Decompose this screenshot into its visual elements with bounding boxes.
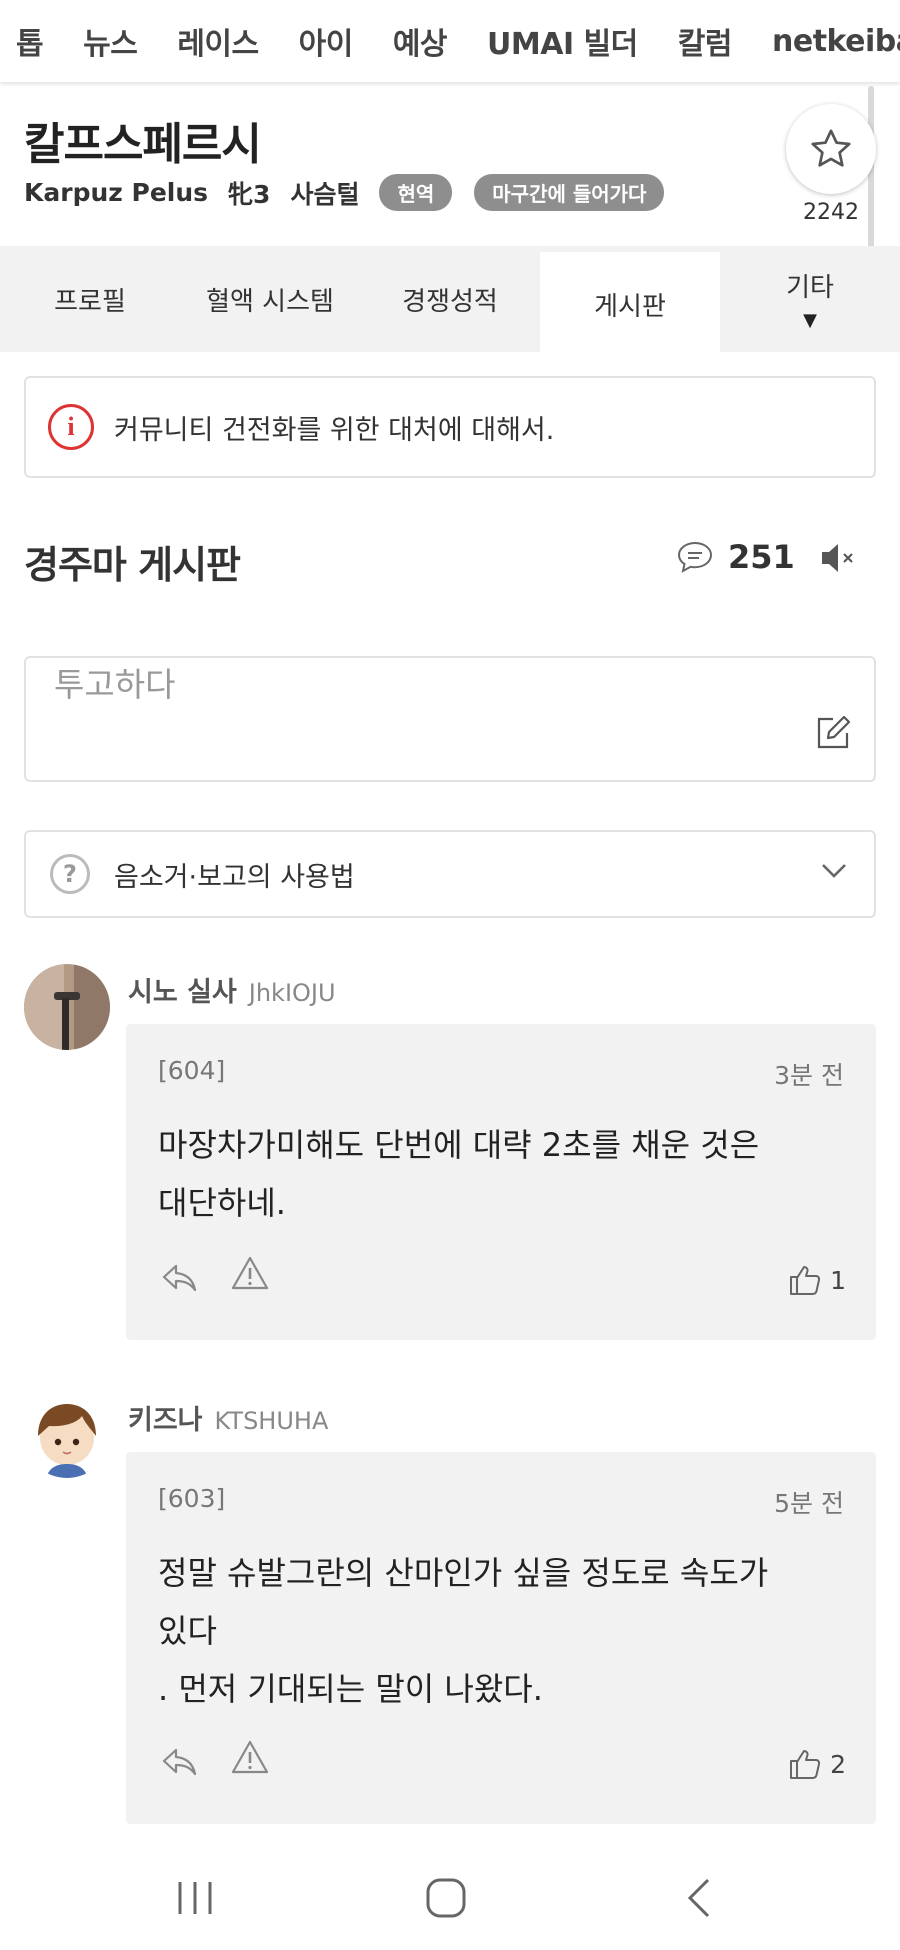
board-title: 경주마 게시판: [24, 543, 241, 587]
status-badge-active: 현역: [379, 174, 453, 211]
nav-item-race[interactable]: 레이스: [177, 19, 259, 63]
like-button[interactable]: 2: [788, 1748, 846, 1780]
comment-card: [603] 5분 전 정말 슈발그란의 산마인가 싶을 정도로 속도가 있다 .…: [126, 1452, 876, 1824]
comment-author[interactable]: 시노 실사 JhkIOJU: [128, 970, 336, 1009]
tab-bar: 프로필 혈액 시스템 경쟁성적 게시판 기타 ▼: [0, 246, 900, 356]
tab-label: 경쟁성적: [402, 286, 498, 317]
nav-item-news[interactable]: 뉴스: [83, 19, 138, 63]
avatar[interactable]: [24, 964, 110, 1050]
nav-item-umai-builder[interactable]: UMAI 빌더: [487, 19, 638, 63]
system-nav-bar: [0, 1846, 900, 1950]
like-count: 2: [830, 1749, 846, 1779]
status-badge-stable: 마구간에 들어가다: [474, 174, 665, 211]
edit-icon[interactable]: [814, 714, 852, 752]
comment-line: 대단하네.: [158, 1184, 286, 1222]
comment-time: 3분 전: [774, 1061, 844, 1090]
comment-number: [604]: [158, 1056, 226, 1085]
nav-item-netkeibatv[interactable]: netkeibaTV: [772, 24, 900, 59]
horse-name: 칼프스페르시: [24, 119, 262, 170]
nav-item-ai[interactable]: 아이: [299, 19, 354, 63]
comment-username: 시노 실사: [128, 977, 237, 1008]
comment-body: 마장차가미해도 단번에 대략 2초를 채운 것은 대단하네.: [158, 1116, 848, 1232]
comment-count-value: 251: [728, 538, 795, 576]
avatar[interactable]: [24, 1392, 110, 1478]
top-nav: 톱 뉴스 레이스 아이 예상 UMAI 빌더 칼럼 netkeibaTV: [0, 0, 900, 82]
post-placeholder: 투고하다: [54, 665, 176, 704]
post-input[interactable]: 투고하다: [24, 656, 876, 782]
nav-item-top[interactable]: 톱: [16, 19, 44, 63]
horse-coat: 사슴털: [290, 179, 360, 209]
comment-user-id: KTSHUHA: [214, 1407, 329, 1435]
home-icon[interactable]: [424, 1876, 468, 1920]
usage-text: 음소거·보고의 사용법: [114, 861, 355, 893]
tab-label: 기타: [786, 273, 834, 303]
thumbs-up-icon: [790, 1750, 821, 1779]
comment-username: 키즈나: [128, 1405, 203, 1436]
report-warning-icon[interactable]: [230, 1254, 270, 1292]
nav-item-prediction[interactable]: 예상: [393, 19, 448, 63]
speaker-muted-icon[interactable]: [818, 540, 858, 580]
tab-profile[interactable]: 프로필: [0, 246, 180, 352]
question-icon: ?: [50, 854, 90, 894]
reply-icon[interactable]: [160, 1258, 200, 1298]
tab-label: 프로필: [54, 286, 126, 317]
notice-text: 커뮤니티 건전화를 위한 대처에 대해서.: [114, 414, 555, 446]
chevron-down-icon: [822, 864, 846, 878]
nav-item-column[interactable]: 칼럼: [678, 19, 733, 63]
page: 톱 뉴스 레이스 아이 예상 UMAI 빌더 칼럼 netkeibaTV 칼프스…: [0, 0, 900, 1950]
tab-label: 게시판: [594, 291, 666, 322]
comment-line: 정말 슈발그란의 산마인가 싶을 정도로 속도가: [158, 1554, 769, 1592]
star-icon: [811, 129, 851, 167]
horse-roman-name: Karpuz Pelus: [24, 178, 209, 207]
comment-time: 5분 전: [774, 1489, 844, 1518]
tab-bloodline[interactable]: 혈액 시스템: [180, 246, 360, 352]
comment-line: . 먼저 기대되는 말이 나왔다.: [158, 1670, 543, 1708]
horse-sex-age: 牝3: [228, 179, 271, 209]
tab-board[interactable]: 게시판: [540, 252, 720, 356]
like-count: 1: [830, 1265, 846, 1295]
info-icon: i: [48, 404, 94, 450]
comment-card: [604] 3분 전 마장차가미해도 단번에 대략 2초를 채운 것은 대단하네…: [126, 1024, 876, 1340]
back-icon[interactable]: [684, 1876, 714, 1920]
like-button[interactable]: 1: [788, 1264, 846, 1296]
comment-line: 마장차가미해도 단번에 대략 2초를 채운 것은: [158, 1126, 760, 1164]
comment-author[interactable]: 키즈나 KTSHUHA: [128, 1398, 328, 1437]
recent-apps-icon[interactable]: [174, 1878, 216, 1918]
comment-line: 있다: [158, 1612, 217, 1650]
comment-number: [603]: [158, 1484, 226, 1513]
caret-down-icon: ▼: [803, 310, 817, 331]
comment-body: 정말 슈발그란의 산마인가 싶을 정도로 속도가 있다 . 먼저 기대되는 말이…: [158, 1544, 848, 1718]
speech-bubble-icon: [677, 541, 713, 573]
favorite-count: 2242: [803, 200, 859, 225]
report-warning-icon[interactable]: [230, 1738, 270, 1776]
favorite-button[interactable]: [786, 104, 876, 194]
horse-info: Karpuz Pelus 牝3 사슴털 현역 마구간에 들어가다: [24, 174, 686, 211]
comment-user-id: JhkIOJU: [248, 979, 336, 1007]
tab-race-results[interactable]: 경쟁성적: [360, 246, 540, 352]
comment-count[interactable]: 251: [676, 538, 795, 576]
reply-icon[interactable]: [160, 1742, 200, 1782]
notice-banner[interactable]: i 커뮤니티 건전화를 위한 대처에 대해서.: [24, 376, 876, 478]
tab-other[interactable]: 기타 ▼: [720, 246, 900, 352]
thumbs-up-icon: [790, 1266, 821, 1295]
usage-accordion[interactable]: ? 음소거·보고의 사용법: [24, 830, 876, 918]
tab-label: 혈액 시스템: [206, 286, 334, 317]
